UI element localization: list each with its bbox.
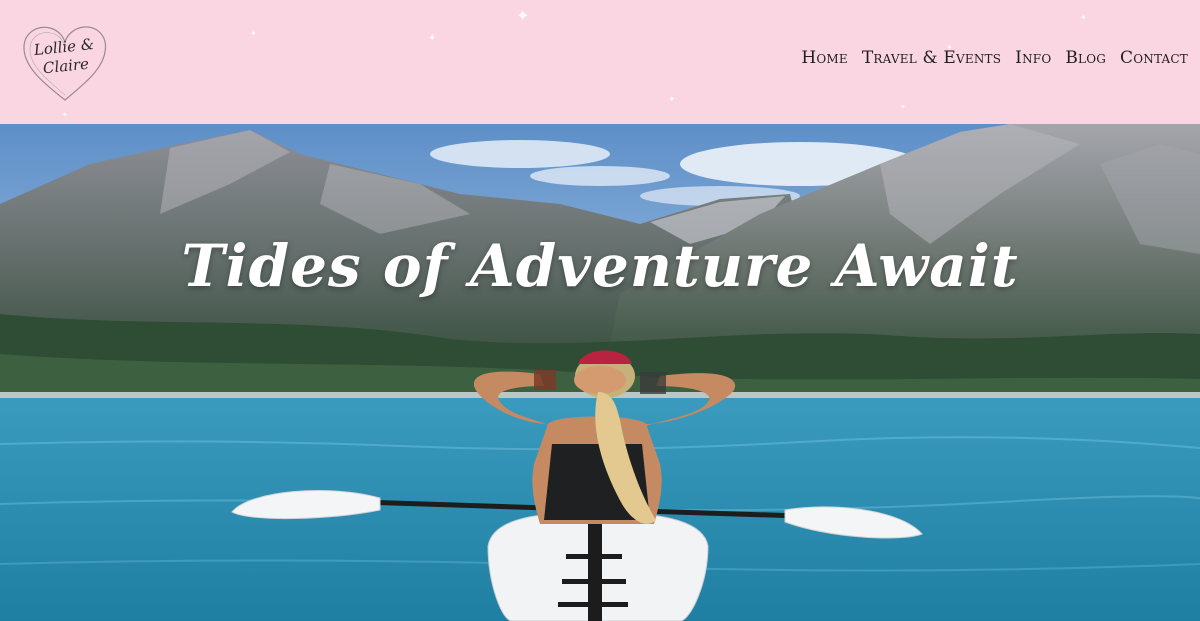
nav-info[interactable]: Info [1015, 48, 1051, 68]
sparkle-icon: ✦ [250, 29, 257, 38]
nav-home[interactable]: Home [801, 48, 848, 68]
sparkle-icon: ✦ [900, 103, 906, 111]
hero-image [0, 124, 1200, 621]
sparkle-icon: ✦ [62, 111, 68, 119]
sparkle-icon: ✦ [668, 95, 676, 105]
nav-travel-events[interactable]: Travel & Events [862, 48, 1001, 68]
nav-contact[interactable]: Contact [1120, 48, 1188, 68]
site-header: ✦ ✦ ✦ ✦ ✦ ✦ ✦ ✦ Lollie & Claire Home Tra… [0, 0, 1200, 124]
hero-banner: Tides of Adventure Await [0, 124, 1200, 621]
sparkle-icon: ✦ [428, 33, 437, 44]
sparkle-icon: ✦ [516, 6, 530, 25]
main-nav: Home Travel & Events Info Blog Contact [801, 48, 1188, 68]
sparkle-icon: ✦ [1080, 13, 1087, 22]
hero-title: Tides of Adventure Await [181, 232, 1019, 300]
site-logo[interactable]: Lollie & Claire [20, 22, 110, 104]
nav-blog[interactable]: Blog [1065, 48, 1106, 68]
